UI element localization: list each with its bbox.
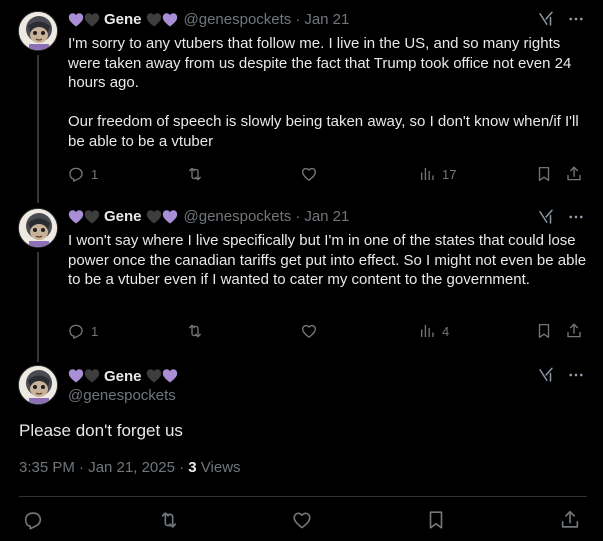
action-bar: 1 17: [62, 165, 592, 187]
tweet-header: Gene @genespockets · Jan 21: [68, 10, 349, 30]
purple-heart-icon: [68, 368, 84, 384]
tweet-menu: [537, 366, 585, 384]
reply-count: 1: [91, 166, 99, 182]
handle[interactable]: @genespockets: [68, 387, 178, 404]
like-icon: [300, 322, 318, 340]
retweet-icon: [186, 165, 204, 183]
views-count: 3: [188, 459, 197, 476]
purple-heart-icon: [162, 368, 178, 384]
retweet-button[interactable]: [186, 322, 204, 340]
thread-tweet-2[interactable]: Gene @genespockets · Jan 21 I won't say …: [0, 200, 603, 362]
black-heart-icon: [84, 209, 100, 225]
grok-icon[interactable]: [537, 10, 555, 28]
purple-heart-icon: [68, 12, 84, 28]
like-icon: [300, 165, 318, 183]
tweet-header: Gene @genespockets · Jan 21: [68, 207, 349, 227]
share-icon: [565, 165, 583, 183]
reply-count: 1: [91, 323, 99, 339]
like-button[interactable]: [291, 509, 313, 531]
tweet-text: I'm sorry to any vtubers that follow me.…: [68, 35, 579, 150]
views-button[interactable]: 4: [418, 322, 449, 340]
purple-heart-icon: [68, 209, 84, 225]
bookmark-icon: [535, 165, 553, 183]
bookmark-button[interactable]: [535, 322, 553, 340]
grok-icon[interactable]: [537, 366, 555, 384]
views-icon: [418, 322, 436, 340]
share-icon: [565, 322, 583, 340]
thread-line: [37, 252, 39, 362]
retweet-icon: [186, 322, 204, 340]
grok-icon[interactable]: [537, 208, 555, 226]
reply-button[interactable]: 1: [67, 322, 98, 340]
display-name[interactable]: Gene: [104, 368, 142, 385]
reply-button[interactable]: 1: [67, 165, 98, 183]
share-button[interactable]: [559, 509, 581, 531]
action-bar: 1 4: [62, 322, 592, 344]
like-button[interactable]: [300, 322, 318, 340]
timestamp[interactable]: Jan 21: [304, 207, 349, 227]
views-icon: [418, 165, 436, 183]
thread-tweet-1[interactable]: Gene @genespockets · Jan 21 I'm sorry to…: [0, 0, 603, 203]
main-tweet-text: Please don't forget us: [19, 421, 183, 440]
avatar[interactable]: [18, 365, 58, 405]
black-heart-icon: [84, 12, 100, 28]
views-count: 17: [442, 166, 457, 182]
like-button[interactable]: [300, 165, 318, 183]
retweet-button[interactable]: [158, 509, 180, 531]
display-name[interactable]: Gene: [104, 207, 142, 227]
more-icon[interactable]: [567, 10, 585, 28]
thread-line: [37, 55, 39, 203]
retweet-button[interactable]: [186, 165, 204, 183]
share-icon: [559, 509, 581, 531]
tweet-text: I won't say where I live specifically bu…: [68, 232, 591, 288]
share-button[interactable]: [565, 165, 583, 183]
handle[interactable]: @genespockets: [184, 207, 292, 227]
handle[interactable]: @genespockets: [184, 10, 292, 30]
bookmark-icon: [425, 509, 447, 531]
views-button[interactable]: 17: [418, 165, 456, 183]
purple-heart-icon: [162, 12, 178, 28]
bookmark-button[interactable]: [425, 509, 447, 531]
black-heart-icon: [84, 368, 100, 384]
more-icon[interactable]: [567, 208, 585, 226]
tweet-meta: 3:35 PM · Jan 21, 2025 · 3 Views: [19, 459, 241, 476]
views-label: Views: [200, 459, 241, 476]
retweet-icon: [158, 509, 180, 531]
timestamp[interactable]: Jan 21: [304, 10, 349, 30]
reply-button[interactable]: [22, 509, 44, 531]
main-author: Gene @genespockets: [68, 366, 178, 404]
tweet-menu: [537, 10, 585, 28]
timestamp[interactable]: 3:35 PM · Jan 21, 2025: [19, 459, 175, 476]
bookmark-button[interactable]: [535, 165, 553, 183]
avatar[interactable]: [18, 208, 58, 248]
black-heart-icon: [146, 209, 162, 225]
bookmark-icon: [535, 322, 553, 340]
display-name[interactable]: Gene: [104, 10, 142, 30]
share-button[interactable]: [565, 322, 583, 340]
reply-icon: [67, 165, 85, 183]
black-heart-icon: [146, 368, 162, 384]
views-count: 4: [442, 323, 450, 339]
avatar[interactable]: [18, 11, 58, 51]
purple-heart-icon: [162, 209, 178, 225]
divider: [19, 496, 587, 497]
tweet-menu: [537, 208, 585, 226]
like-icon: [291, 509, 313, 531]
more-icon[interactable]: [567, 366, 585, 384]
main-action-bar: [0, 509, 603, 533]
reply-icon: [67, 322, 85, 340]
black-heart-icon: [146, 12, 162, 28]
reply-icon: [22, 509, 44, 531]
